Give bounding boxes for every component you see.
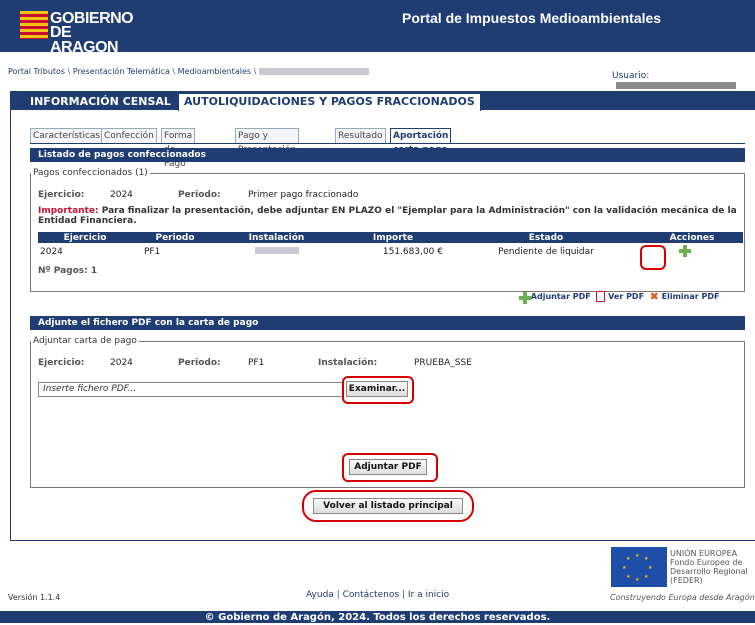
cell-ejercicio: 2024 xyxy=(40,247,63,257)
col-importe: Importe xyxy=(335,232,451,243)
listado-header: Listado de pagos confeccionados xyxy=(30,148,745,162)
cell-importe: 151.683,00 € xyxy=(382,247,443,257)
pdf-actions: Adjuntar PDF Ver PDF ✖ Eliminar PDF xyxy=(519,290,720,304)
eu-line3: Desarrollo Regional xyxy=(670,567,748,576)
copyright-bar: © Gobierno de Aragón, 2024. Todos los de… xyxy=(0,611,755,623)
periodo-value: Primer pago fraccionado xyxy=(248,190,359,200)
adj-periodo-value: PF1 xyxy=(248,358,265,368)
importante-notice: Importante: Para finalizar la presentaci… xyxy=(38,206,743,226)
eu-line4: (FEDER) xyxy=(670,576,703,585)
tab-autoliquidaciones[interactable]: AUTOLIQUIDACIONES Y PAGOS FRACCIONADOS xyxy=(178,93,481,111)
adj-ejercicio-value: 2024 xyxy=(110,358,133,368)
subtab-caracteristicas[interactable]: Características xyxy=(30,128,104,144)
cell-estado: Pendiente de liquidar xyxy=(498,247,594,257)
highlight-adjuntar xyxy=(342,453,438,482)
col-ejercicio: Ejercicio xyxy=(38,232,132,243)
highlight-add-action xyxy=(640,245,666,270)
breadcrumb-presentacion[interactable]: Presentación Telemática xyxy=(73,67,170,76)
adj-ejercicio-label: Ejercicio: xyxy=(38,358,85,368)
periodo-label: Periodo: xyxy=(178,190,221,200)
breadcrumb-portal-tributos[interactable]: Portal Tributos xyxy=(8,67,65,76)
cell-instalacion xyxy=(218,243,335,261)
user-label: Usuario: xyxy=(612,71,650,81)
breadcrumb-medioambientales[interactable]: Medioambientales xyxy=(178,67,251,76)
col-instalacion: Instalación xyxy=(218,232,335,243)
eliminar-pdf-icon[interactable]: ✖ xyxy=(650,290,659,303)
contactenos-link[interactable]: Contáctenos xyxy=(343,590,399,600)
col-acciones: Acciones xyxy=(641,232,743,243)
ver-pdf-link[interactable]: Ver PDF xyxy=(608,292,644,301)
adj-periodo-label: Periodo: xyxy=(178,358,221,368)
eu-feder-text: UNIÓN EUROPEA Fondo Europeo de Desarroll… xyxy=(670,549,748,585)
user-name-redacted xyxy=(616,82,736,89)
eliminar-pdf-link[interactable]: Eliminar PDF xyxy=(662,292,720,301)
cell-periodo: PF1 xyxy=(144,247,161,257)
breadcrumb-separator: \ xyxy=(169,67,178,76)
version-label: Versión 1.1.4 xyxy=(8,593,61,602)
importante-text: Para finalizar la presentación, debe adj… xyxy=(38,206,737,226)
adjunte-header: Adjunte el fichero PDF con la carta de p… xyxy=(30,316,745,330)
eu-flag-icon: ★ ★ ★ ★ ★ ★ ★ ★ xyxy=(611,547,667,587)
highlight-volver xyxy=(302,490,474,522)
adjuntar-legend: Adjuntar carta de pago xyxy=(33,336,137,346)
eu-slogan: Construyendo Europa desde Aragón xyxy=(610,593,755,602)
breadcrumb-separator: \ xyxy=(251,67,259,76)
listado-section: Listado de pagos confeccionados Pagos co… xyxy=(30,148,745,303)
ayuda-link[interactable]: Ayuda xyxy=(306,590,334,600)
subtab-resultado[interactable]: Resultado xyxy=(335,128,386,144)
table-row: 2024 PF1 151.683,00 € Pendiente de liqui… xyxy=(38,243,743,261)
breadcrumb-redacted xyxy=(258,68,369,75)
npagos: Nº Pagos: 1 xyxy=(38,266,98,276)
aragon-flag-icon xyxy=(20,11,48,39)
pagos-table: Ejercicio Periodo Instalación Importe Es… xyxy=(38,232,743,261)
breadcrumb-separator: \ xyxy=(65,67,73,76)
logo-line2: DE ARAGON xyxy=(50,24,119,56)
site-header: GOBIERNO DE ARAGON Portal de Impuestos M… xyxy=(0,0,755,56)
breadcrumb: Portal Tributos \ Presentación Telemátic… xyxy=(8,67,369,76)
adjuntar-pdf-icon[interactable] xyxy=(519,292,531,304)
add-pdf-icon[interactable] xyxy=(679,244,691,257)
pdf-file-input[interactable]: Inserte fichero PDF... xyxy=(38,382,344,397)
adj-instalacion-value: PRUEBA_SSE xyxy=(414,358,472,368)
adj-instalacion-label: Instalación: xyxy=(318,358,378,368)
adjuntar-pdf-link[interactable]: Adjuntar PDF xyxy=(531,292,591,301)
portal-title: Portal de Impuestos Medioambientales xyxy=(402,10,662,26)
col-estado: Estado xyxy=(451,232,641,243)
subtab-divider xyxy=(30,143,745,144)
pagos-fieldset: Pagos confeccionados (1) xyxy=(30,168,745,292)
user-info: Usuario: xyxy=(612,71,755,91)
ir-a-inicio-link[interactable]: Ir a inicio xyxy=(408,590,449,600)
ejercicio-value: 2024 xyxy=(110,190,133,200)
eu-line1: UNIÓN EUROPEA xyxy=(670,549,738,558)
col-periodo: Periodo xyxy=(132,232,218,243)
eu-line2: Fondo Europeo de xyxy=(670,558,743,567)
subtab-confeccion[interactable]: Confección xyxy=(101,128,157,144)
highlight-examinar xyxy=(342,376,414,404)
subtab-forma-de-pago[interactable]: Forma de Pago xyxy=(161,128,196,169)
ver-pdf-icon[interactable] xyxy=(596,291,606,302)
tab-informacion-censal[interactable]: INFORMACIÓN CENSAL xyxy=(30,95,171,108)
importante-label: Importante: xyxy=(38,206,99,216)
pagos-legend: Pagos confeccionados (1) xyxy=(33,168,148,178)
instalacion-redacted xyxy=(254,247,299,254)
footer-links: Ayuda | Contáctenos | Ir a inicio xyxy=(306,590,450,600)
subtab-pago-presentacion[interactable]: Pago y Presentación xyxy=(235,128,299,155)
subtab-aportacion-carta-pago[interactable]: Aportación carta pago xyxy=(390,128,452,155)
ejercicio-label: Ejercicio: xyxy=(38,190,85,200)
gobierno-aragon-logo[interactable]: GOBIERNO DE ARAGON xyxy=(20,8,140,56)
table-header-row: Ejercicio Periodo Instalación Importe Es… xyxy=(38,232,743,243)
